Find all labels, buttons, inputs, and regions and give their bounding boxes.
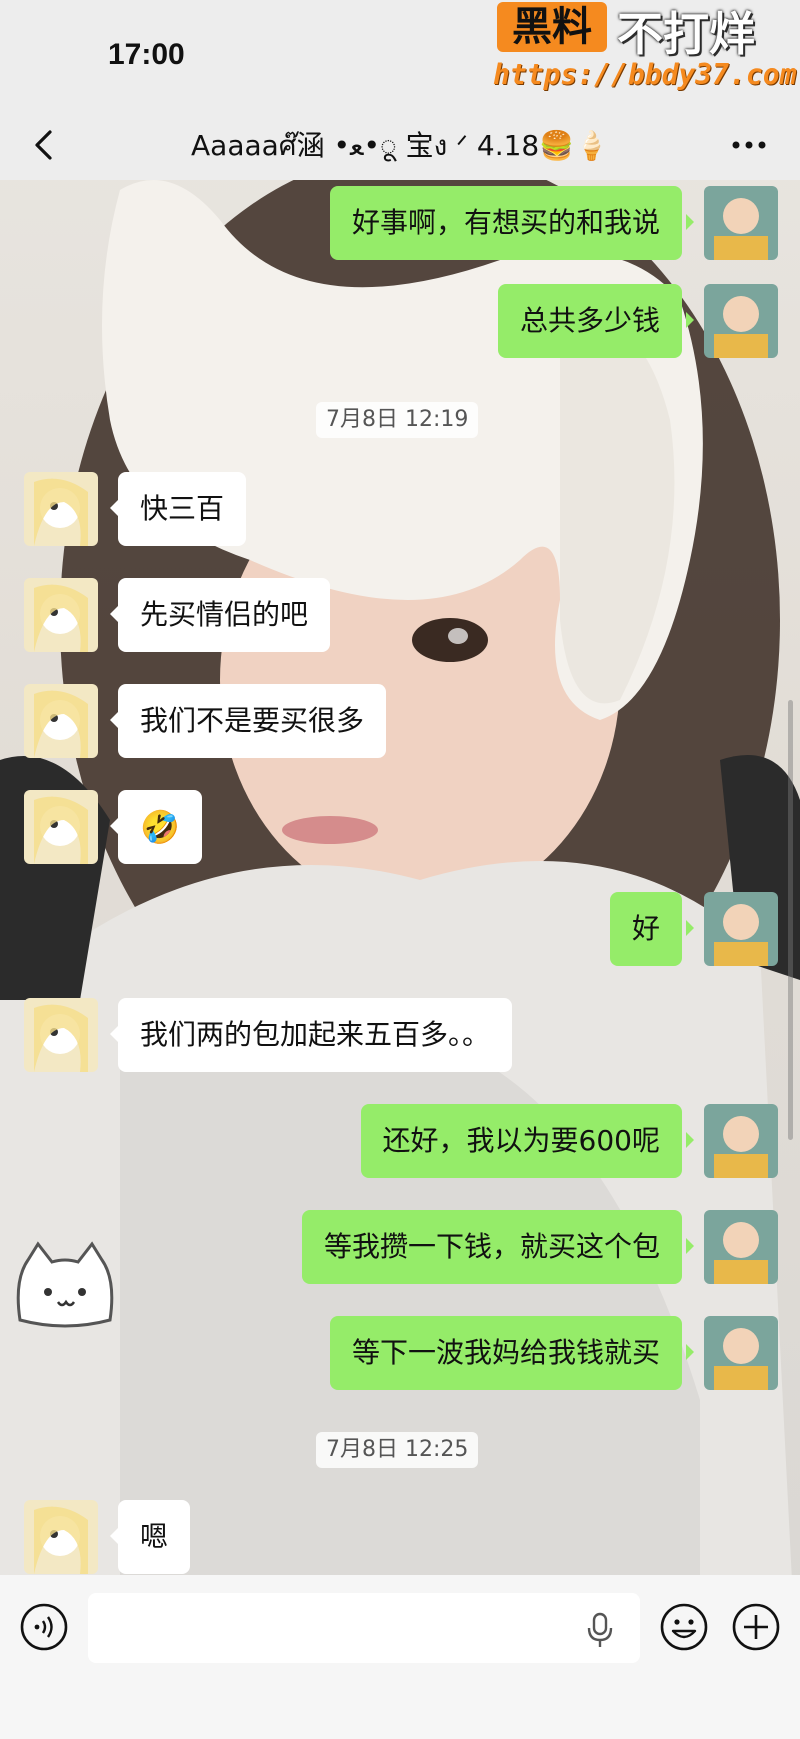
message-bubble-other[interactable]: 先买情侣的吧 [109,578,331,652]
avatar-other[interactable] [24,578,98,652]
message-bubble-self[interactable]: 总共多少钱 [497,284,695,358]
cat-sticker[interactable] [10,1240,120,1332]
avatar-self[interactable] [704,1316,778,1390]
more-dots-icon[interactable] [726,122,772,168]
message-bubble-other[interactable]: 我们两的包加起来五百多。。 [109,998,513,1072]
microphone-icon[interactable] [584,1611,616,1649]
message-bubble-self[interactable]: 好事啊，有想买的和我说 [329,186,695,260]
message-timestamp: 7月8日 12:19 [316,402,479,438]
avatar-other[interactable] [24,998,98,1072]
avatar-other[interactable] [24,790,98,864]
message-bubble-other[interactable]: 嗯 [109,1500,191,1574]
avatar-self[interactable] [704,892,778,966]
watermark-badge: 黑料 [497,2,607,52]
watermark-title: 不打烊 [617,7,755,61]
message-bubble-other[interactable]: 我们不是要买很多 [109,684,387,758]
message-bubble-self[interactable]: 好 [609,892,695,966]
message-timestamp: 7月8日 12:25 [316,1432,479,1468]
plus-icon[interactable] [730,1601,782,1653]
scrollbar[interactable] [788,700,793,1140]
voice-icon[interactable] [18,1601,70,1653]
message-bubble-self[interactable]: 还好，我以为要600呢 [360,1104,695,1178]
avatar-self[interactable] [704,186,778,260]
input-bar [0,1575,800,1739]
emoji-icon[interactable] [658,1601,710,1653]
message-bubble-other[interactable]: 快三百 [109,472,247,546]
status-time: 17:00 [108,38,185,71]
chevron-left-icon[interactable] [22,122,68,168]
watermark-url: https://bbdy37.com [493,58,797,91]
message-bubble-self[interactable]: 等下一波我妈给我钱就买 [329,1316,695,1390]
status-bar: 17:00 黑料 不打烊 https://bbdy37.com [0,0,800,110]
avatar-other[interactable] [24,1500,98,1574]
message-bubble-self[interactable]: 等我攒一下钱，就买这个包 [301,1210,695,1284]
message-list[interactable]: 好事啊，有想买的和我说 总共多少钱 7月8日 12:19 快三百 先买情侣的吧 … [0,180,800,1575]
avatar-other[interactable] [24,684,98,758]
avatar-self[interactable] [704,1104,778,1178]
chat-title: Aaaaaศ๊涵 •ﻌ•ू 宝ง ᐟ 4.18🍔🍦 [191,129,609,162]
avatar-self[interactable] [704,1210,778,1284]
avatar-other[interactable] [24,472,98,546]
watermark-logo: 黑料 不打烊 https://bbdy37.com [493,0,797,100]
message-input[interactable] [88,1593,640,1663]
chat-header: Aaaaaศ๊涵 •ﻌ•ू 宝ง ᐟ 4.18🍔🍦 [0,110,800,180]
message-bubble-other[interactable]: 🤣 [110,790,202,864]
avatar-self[interactable] [704,284,778,358]
